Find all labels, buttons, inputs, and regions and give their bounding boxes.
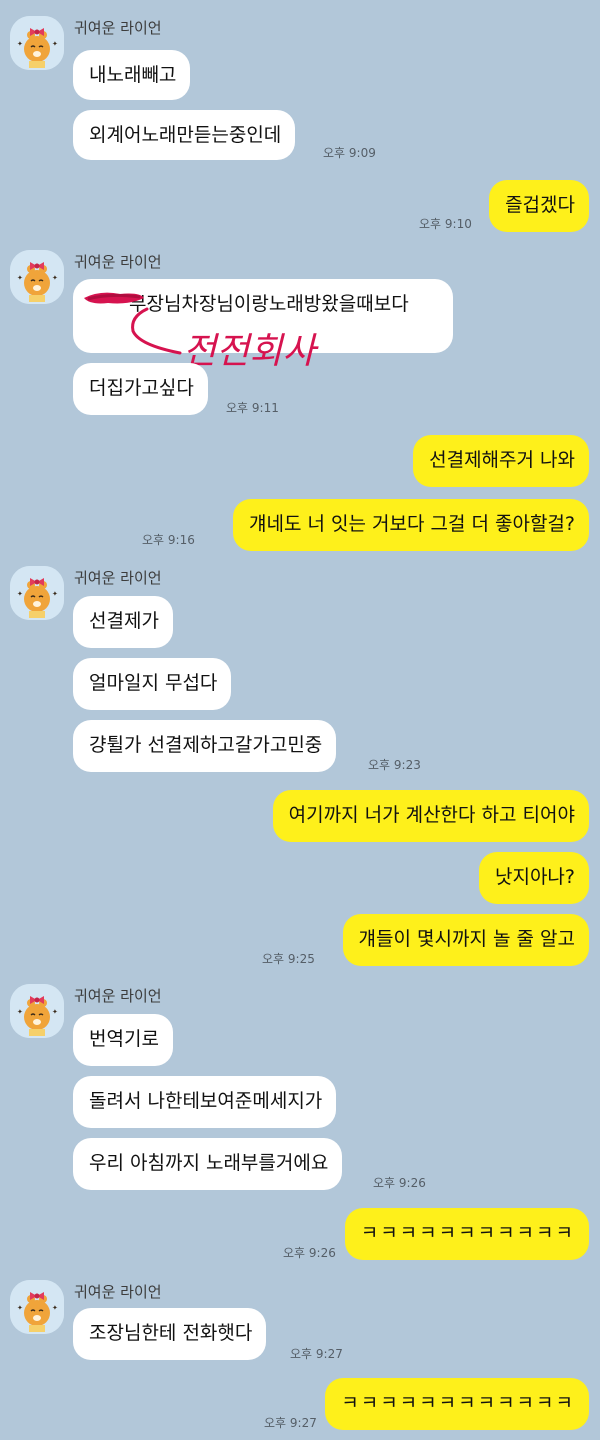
svg-text:✦: ✦ — [17, 274, 23, 282]
message-time: 오후 9:27 — [290, 1347, 343, 1361]
incoming-message[interactable]: 내노래빼고 — [73, 50, 191, 100]
outgoing-message[interactable]: 걔들이 몇시까지 놀 줄 알고 — [342, 914, 589, 966]
incoming-message[interactable]: 조장님한테 전화햇다 — [73, 1308, 267, 1360]
sender-name: 귀여운 라이언 — [74, 19, 162, 37]
incoming-message[interactable]: 선결제가 — [73, 596, 173, 648]
message-time: 오후 9:23 — [368, 758, 421, 772]
svg-text:✦: ✦ — [52, 1304, 58, 1312]
message-time: 오후 9:26 — [283, 1246, 336, 1260]
lion-avatar-icon: ✦ ✦ — [10, 984, 64, 1038]
message-time: 오후 9:16 — [142, 533, 195, 547]
outgoing-message[interactable]: 걔네도 너 잇는 거보다 그걸 더 좋아할걸? — [232, 499, 589, 551]
message-time: 오후 9:27 — [264, 1416, 317, 1430]
sender-avatar[interactable]: ✦ ✦ — [10, 250, 64, 304]
incoming-message[interactable]: 얼마일지 무섭다 — [73, 658, 232, 710]
sender-avatar[interactable]: ✦ ✦ — [10, 984, 64, 1038]
incoming-message[interactable]: 걍튈가 선결제하고갈가고민중 — [73, 720, 337, 772]
svg-text:✦: ✦ — [52, 590, 58, 598]
lion-avatar-icon: ✦ ✦ — [10, 1280, 64, 1334]
sender-name: 귀여운 라이언 — [74, 1283, 162, 1301]
outgoing-message[interactable]: 선결제해주거 나와 — [413, 435, 589, 487]
svg-text:✦: ✦ — [52, 40, 58, 48]
message-time: 오후 9:11 — [226, 401, 279, 415]
outgoing-message[interactable]: ㅋㅋㅋㅋㅋㅋㅋㅋㅋㅋㅋ — [344, 1208, 589, 1260]
sender-name: 귀여운 라이언 — [74, 253, 162, 271]
message-time: 오후 9:09 — [323, 146, 376, 160]
incoming-message[interactable]: 우리 아침까지 노래부를거에요 — [73, 1138, 343, 1190]
sender-name: 귀여운 라이언 — [74, 569, 162, 587]
outgoing-message[interactable]: 여기까지 너가 계산한다 하고 티어야 — [272, 790, 589, 842]
lion-avatar-icon: ✦ ✦ — [10, 566, 64, 620]
sender-avatar[interactable]: ✦ ✦ — [10, 16, 64, 70]
outgoing-message[interactable]: 즐겁겠다 — [489, 180, 589, 232]
lion-avatar-icon: ✦ ✦ — [10, 250, 64, 304]
outgoing-message[interactable]: 낫지아나? — [478, 852, 589, 904]
incoming-message[interactable]: 번역기로 — [73, 1014, 173, 1066]
sender-avatar[interactable]: ✦ ✦ — [10, 1280, 64, 1334]
sender-avatar[interactable]: ✦ ✦ — [10, 566, 64, 620]
message-time: 오후 9:26 — [373, 1176, 426, 1190]
svg-text:✦: ✦ — [17, 590, 23, 598]
message-time: 오후 9:10 — [419, 217, 472, 231]
sender-name: 귀여운 라이언 — [74, 987, 162, 1005]
svg-text:✦: ✦ — [17, 40, 23, 48]
svg-text:✦: ✦ — [52, 274, 58, 282]
incoming-message[interactable]: 외계어노래만듣는중인데 — [73, 110, 296, 160]
lion-avatar-icon: ✦ ✦ — [10, 16, 64, 70]
svg-text:✦: ✦ — [17, 1008, 23, 1016]
outgoing-message[interactable]: ㅋㅋㅋㅋㅋㅋㅋㅋㅋㅋㅋㅋ — [325, 1378, 589, 1430]
svg-text:✦: ✦ — [17, 1304, 23, 1312]
incoming-message[interactable]: 더집가고싶다 — [73, 363, 208, 415]
svg-text:✦: ✦ — [52, 1008, 58, 1016]
incoming-message[interactable]: 부장님차장님이랑노래방왔을때보다 — [73, 279, 453, 353]
incoming-message[interactable]: 돌려서 나한테보여준메세지가 — [73, 1076, 337, 1128]
message-time: 오후 9:25 — [262, 952, 315, 966]
